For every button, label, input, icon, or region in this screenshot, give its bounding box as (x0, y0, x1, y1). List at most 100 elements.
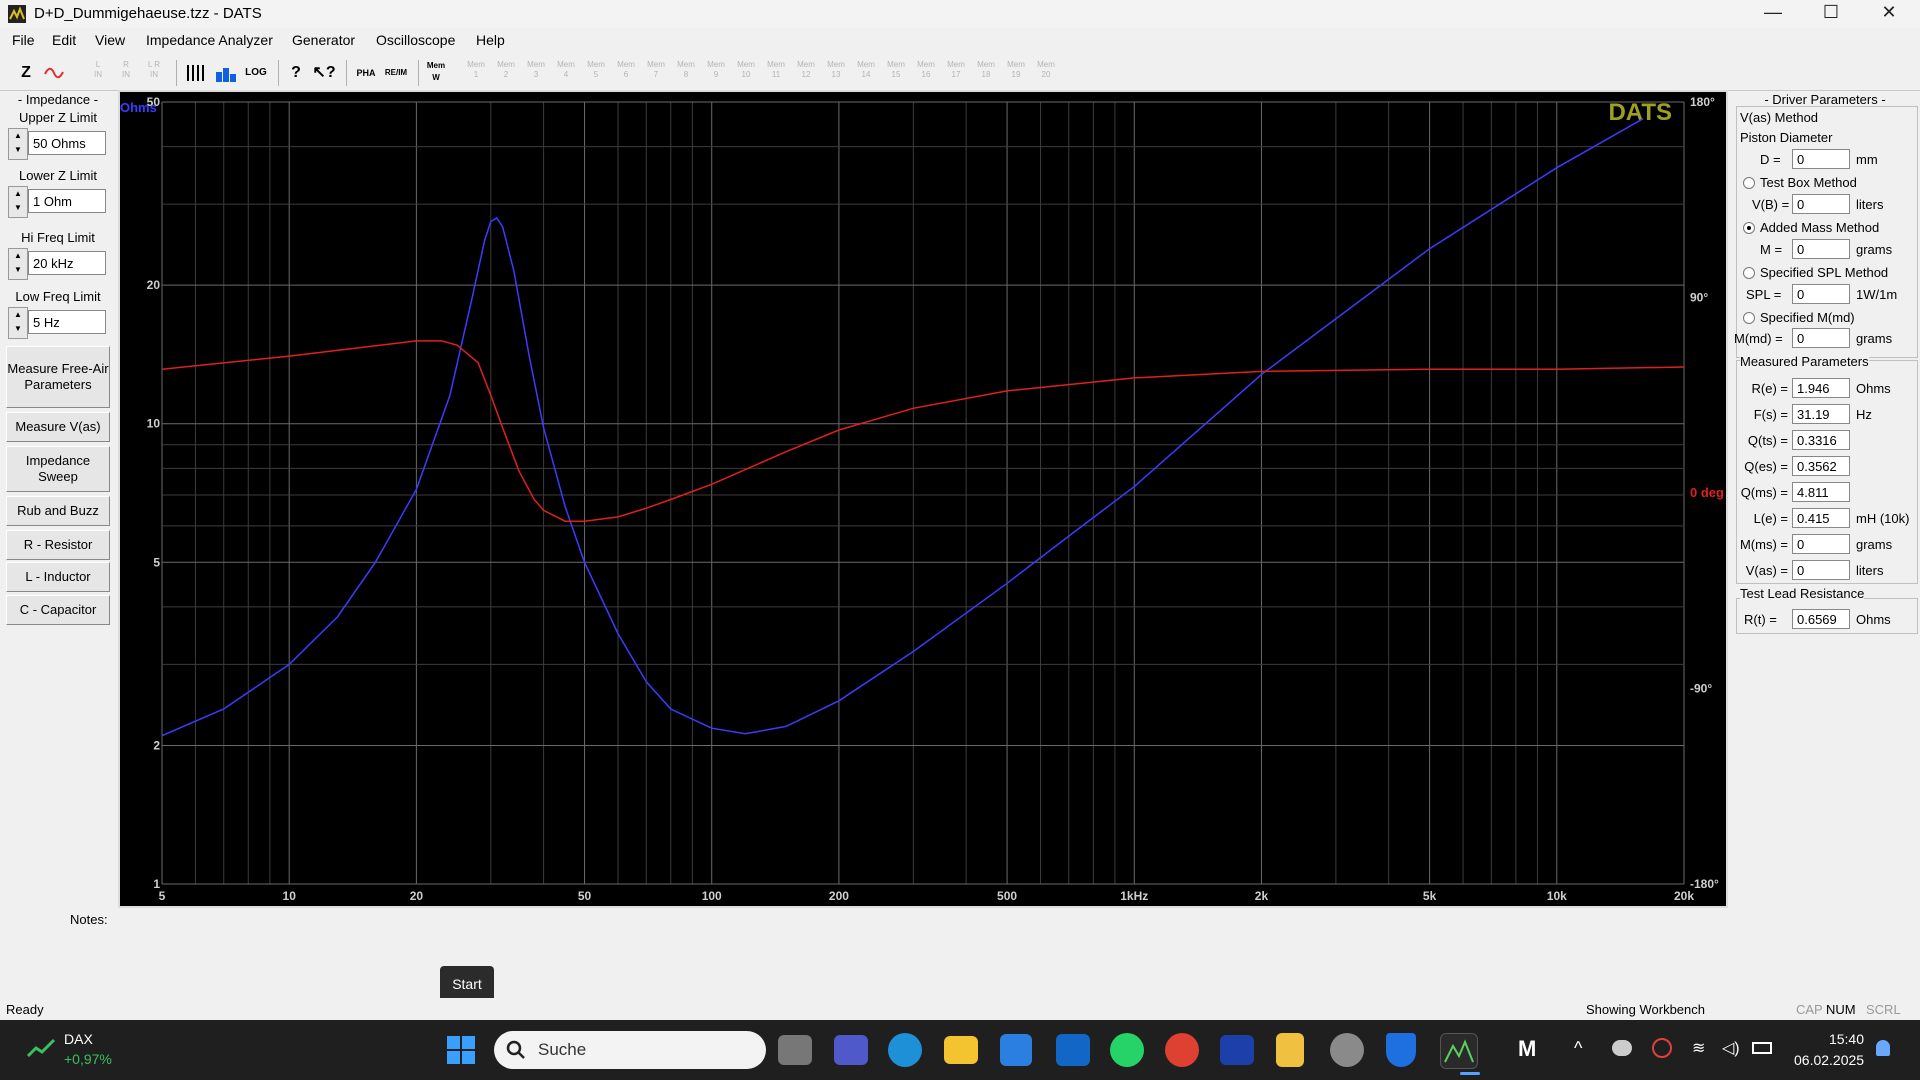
upper-z-value[interactable]: 50 Ohms (28, 131, 106, 155)
volume-icon[interactable]: ◁) (1722, 1038, 1740, 1058)
memory-slot-button[interactable]: Mem 2 (494, 60, 518, 86)
memory-slot-button[interactable]: Mem 3 (524, 60, 548, 86)
tool-disabled-2[interactable]: R IN (114, 60, 138, 86)
sync-icon[interactable] (1652, 1038, 1672, 1058)
capacitor-button[interactable]: C - Capacitor (6, 595, 110, 625)
test-box-radio[interactable] (1743, 177, 1755, 189)
memory-slot-button[interactable]: Mem 7 (644, 60, 668, 86)
re-im-button[interactable]: RE/IM (384, 60, 408, 86)
memory-slot-button[interactable]: Mem 13 (824, 60, 848, 86)
memory-slot-button[interactable]: Mem 9 (704, 60, 728, 86)
memory-slot-button[interactable]: Mem 4 (554, 60, 578, 86)
vb-label: V(B) = (1752, 197, 1790, 212)
task-view-icon[interactable] (778, 1035, 812, 1065)
hi-freq-value[interactable]: 20 kHz (28, 251, 106, 275)
spl-method-radio[interactable] (1743, 267, 1755, 279)
mmd-method-radio[interactable] (1743, 312, 1755, 324)
microsoft-store-icon[interactable] (1000, 1034, 1032, 1066)
edge-browser-icon[interactable] (888, 1033, 922, 1067)
chrome-browser-icon[interactable] (1165, 1033, 1199, 1067)
memory-slot-button[interactable]: Mem 11 (764, 60, 788, 86)
wifi-icon[interactable]: ≋ (1692, 1038, 1705, 1058)
outlook-icon[interactable] (1056, 1034, 1090, 1066)
memory-slot-button[interactable]: Mem 6 (614, 60, 638, 86)
memory-slot-button[interactable]: Mem 5 (584, 60, 608, 86)
memory-slot-button[interactable]: Mem 10 (734, 60, 758, 86)
grid-button[interactable] (184, 60, 208, 86)
memory-slot-button[interactable]: Mem 18 (974, 60, 998, 86)
tool-disabled-3[interactable]: L R IN (142, 60, 166, 86)
memory-slot-button[interactable]: Mem 20 (1034, 60, 1058, 86)
notes-app-icon[interactable] (1276, 1033, 1304, 1067)
onedrive-icon[interactable] (1612, 1040, 1632, 1056)
windows-start-icon[interactable] (441, 1030, 481, 1070)
low-freq-spinner[interactable]: ▲ ▼ (8, 307, 28, 339)
lower-z-spinner[interactable]: ▲ ▼ (8, 186, 28, 218)
dats-app-taskbar-icon[interactable] (1440, 1033, 1478, 1069)
menu-oscilloscope[interactable]: Oscilloscope (376, 32, 455, 48)
inductor-button[interactable]: L - Inductor (6, 562, 110, 592)
m-input[interactable]: 0 (1792, 239, 1850, 259)
taskbar-time[interactable]: 15:40 (1798, 1031, 1864, 1047)
taskbar-search-box[interactable] (494, 1031, 766, 1069)
word-app-icon[interactable] (1220, 1035, 1254, 1065)
dax-widget-name[interactable]: DAX (64, 1031, 93, 1047)
memory-slot-button[interactable]: Mem 8 (674, 60, 698, 86)
lower-z-value[interactable]: 1 Ohm (28, 189, 106, 213)
miro-app-icon[interactable]: M (1518, 1036, 1536, 1062)
menu-help[interactable]: Help (476, 32, 505, 48)
memory-slot-button[interactable]: Mem 16 (914, 60, 938, 86)
d-input[interactable]: 0 (1792, 149, 1850, 169)
impedance-mode-button[interactable]: Z (14, 60, 38, 86)
rt-input[interactable]: 0.6569 (1792, 609, 1850, 629)
rub-and-buzz-button[interactable]: Rub and Buzz (6, 496, 110, 526)
added-mass-radio[interactable] (1743, 222, 1755, 234)
hi-freq-spinner[interactable]: ▲ ▼ (8, 248, 28, 280)
phase-button[interactable]: PHA (354, 60, 378, 86)
impedance-plot[interactable]: 5 10 20 50 100 200 500 1kHz 2k 5k 10k 20k 50 20 10 5 2 1 1… (118, 90, 1728, 908)
maximize-button[interactable]: ☐ (1802, 0, 1860, 28)
notes-area[interactable] (118, 910, 1728, 994)
security-shield-icon[interactable] (1386, 1033, 1416, 1067)
measure-vas-button[interactable]: Measure V(as) (6, 412, 110, 442)
tool-disabled-1[interactable]: L IN (86, 60, 110, 86)
menu-file[interactable]: File (12, 32, 35, 48)
mmd-input[interactable]: 0 (1792, 328, 1850, 348)
memory-slot-button[interactable]: Mem 12 (794, 60, 818, 86)
notification-bell-icon[interactable] (1876, 1040, 1890, 1056)
menu-generator[interactable]: Generator (292, 32, 355, 48)
vb-input[interactable]: 0 (1792, 194, 1850, 214)
memory-write-button[interactable]: Mem W (424, 60, 448, 86)
menu-view[interactable]: View (95, 32, 125, 48)
memory-slot-button[interactable]: Mem 14 (854, 60, 878, 86)
memory-slot-button[interactable]: Mem 17 (944, 60, 968, 86)
memory-slot-button[interactable]: Mem 15 (884, 60, 908, 86)
help-button[interactable]: ? (284, 60, 308, 86)
memory-slot-button[interactable]: Mem 1 (464, 60, 488, 86)
impedance-sweep-button[interactable]: Impedance Sweep (6, 446, 110, 492)
phase-tick-label: -90° (1690, 682, 1712, 696)
low-freq-value[interactable]: 5 Hz (28, 310, 106, 334)
measure-free-air-button[interactable]: Measure Free-Air Parameters (6, 346, 110, 408)
taskbar-date[interactable]: 06.02.2025 (1794, 1052, 1864, 1068)
chevron-up-icon[interactable]: ^ (1574, 1038, 1582, 1059)
menu-impedance-analyzer[interactable]: Impedance Analyzer (146, 32, 273, 48)
battery-icon[interactable] (1752, 1042, 1772, 1054)
spl-input[interactable]: 0 (1792, 284, 1850, 304)
resistor-button[interactable]: R - Resistor (6, 530, 110, 560)
chart-button[interactable] (214, 60, 238, 86)
teams-icon[interactable] (834, 1035, 868, 1065)
status-scrl: SCRL (1866, 1002, 1901, 1017)
memory-slot-button[interactable]: Mem 19 (1004, 60, 1028, 86)
file-explorer-icon[interactable] (944, 1036, 978, 1064)
close-button[interactable]: ✕ (1860, 0, 1918, 28)
phase-mode-button[interactable] (42, 60, 66, 86)
settings-gear-icon[interactable] (1330, 1033, 1364, 1067)
minimize-button[interactable]: — (1744, 0, 1802, 28)
log-scale-button[interactable]: LOG (244, 60, 268, 86)
stock-chart-icon[interactable] (26, 1036, 56, 1063)
context-help-button[interactable]: ↖? (312, 60, 336, 86)
upper-z-spinner[interactable]: ▲ ▼ (8, 128, 28, 160)
menu-edit[interactable]: Edit (52, 32, 76, 48)
whatsapp-icon[interactable] (1110, 1033, 1144, 1067)
